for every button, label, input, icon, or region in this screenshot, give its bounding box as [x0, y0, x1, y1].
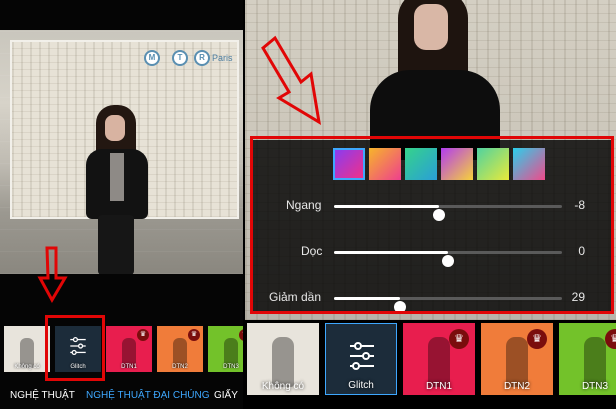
category-tabs: NGHỆ THUẬT NGHỆ THUẬT ĐẠI CHÚNG GIẤY	[0, 388, 243, 406]
crown-icon: ♛	[605, 329, 616, 349]
photo-preview: M T R Paris	[0, 30, 243, 274]
thumbnail-figure	[584, 337, 606, 387]
filter-thumbnail[interactable]: ♛ DTN1	[403, 323, 475, 395]
filter-thumbnail[interactable]: Không có	[4, 326, 50, 372]
down-arrow-icon	[37, 246, 68, 304]
filter-thumbnail[interactable]: Glitch	[325, 323, 397, 395]
tab-nghe-thuat-dai-chung[interactable]: NGHỆ THUẬT ĐẠI CHÚNG	[86, 390, 210, 401]
thumbnail-figure	[272, 337, 294, 387]
settings-highlight-box	[250, 136, 614, 314]
sign-text: Paris	[212, 53, 233, 63]
thumbnail-label: DTN2	[503, 381, 531, 392]
rer-sign-icon: R	[194, 50, 210, 66]
filter-thumbnail[interactable]: ♛ DTN1	[106, 326, 152, 372]
person-figure	[370, 0, 500, 160]
metro-sign-icon: M	[144, 50, 160, 66]
tab-nghe-thuat[interactable]: NGHỆ THUẬT	[10, 390, 75, 401]
thumbnail-label: DTN1	[121, 364, 137, 370]
crown-icon: ♛	[449, 329, 469, 349]
thumbnail-label: Không có	[14, 364, 40, 370]
crown-icon: ♛	[137, 329, 149, 341]
filter-thumbnail[interactable]: ♛ DTN2	[157, 326, 203, 372]
sliders-icon	[350, 342, 374, 370]
filter-strip: Không cóGlitch♛DTN1♛DTN2♛DTN3	[0, 320, 243, 382]
train-sign-icon: T	[172, 50, 188, 66]
filter-thumbnail[interactable]: ♛ DTN3	[208, 326, 243, 372]
crown-icon: ♛	[239, 329, 243, 341]
tab-giay[interactable]: GIẤY	[214, 390, 238, 401]
crown-icon: ♛	[527, 329, 547, 349]
thumbnail-label: DTN3	[581, 381, 609, 392]
right-screenshot: Ngang -8 Dọc 0 Giảm dần 29 Không có Glit…	[245, 0, 616, 409]
photo-preview-zoomed: Ngang -8 Dọc 0 Giảm dần 29	[245, 0, 616, 320]
crown-icon: ♛	[188, 329, 200, 341]
thumbnail-label: DTN3	[223, 364, 239, 370]
filter-thumbnail[interactable]: ♛ DTN3	[559, 323, 616, 395]
thumbnail-figure	[428, 337, 450, 387]
thumbnail-figure	[506, 337, 528, 387]
glitch-highlight-box	[45, 315, 105, 381]
filter-thumbnail[interactable]: Không có	[247, 323, 319, 395]
filter-strip: Không có Glitch ♛ DTN1 ♛ DTN2 ♛ DTN3	[245, 320, 616, 409]
thumbnail-label: Không có	[261, 381, 305, 392]
person-figure	[78, 105, 168, 274]
filter-thumbnail[interactable]: ♛ DTN2	[481, 323, 553, 395]
left-screenshot: M T R Paris Không cóGlitch♛DTN1♛DTN2♛DTN…	[0, 0, 243, 409]
thumbnail-label: Glitch	[348, 380, 374, 391]
down-right-arrow-icon	[261, 35, 322, 125]
thumbnail-label: DTN1	[425, 381, 453, 392]
thumbnail-label: DTN2	[172, 364, 188, 370]
